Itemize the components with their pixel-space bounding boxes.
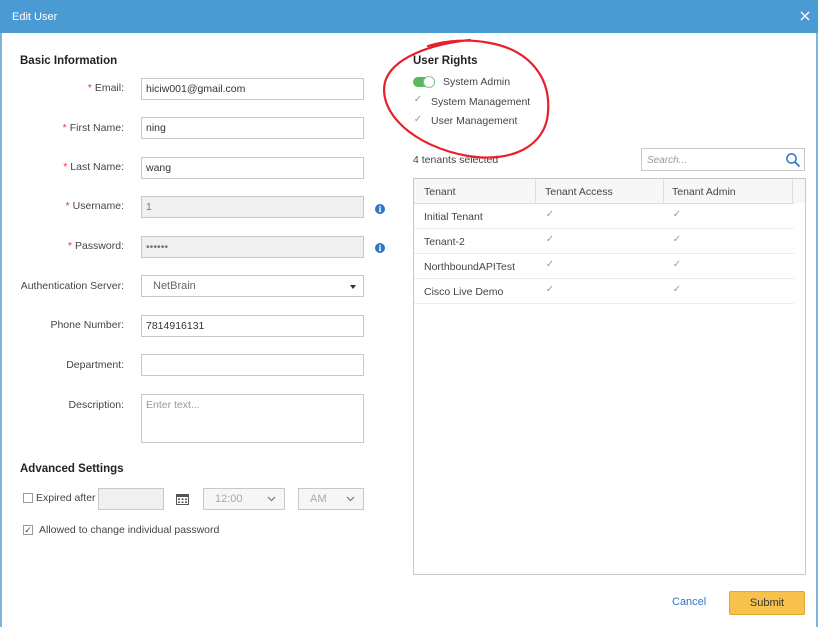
username-info-icon[interactable]: i [375,204,385,214]
description-textarea[interactable]: Enter text... [141,394,364,443]
tenant-admin-checkbox[interactable]: ✓ [672,210,682,221]
phone-field[interactable]: 7814916131 [141,315,364,337]
dialog-title: Edit User [12,11,58,23]
submit-button[interactable]: Submit [729,591,805,615]
last-name-field[interactable]: wang [141,157,364,179]
tenant-admin-checkbox[interactable]: ✓ [672,235,682,246]
time-value: 12:00 [215,493,243,505]
table-row[interactable]: Initial Tenant ✓ ✓ [414,204,794,229]
system-management-checkbox[interactable]: ✓ [413,95,423,106]
column-header-tenant: Tenant [424,186,456,198]
system-admin-label: System Admin [443,76,511,88]
department-field[interactable] [141,354,364,376]
user-management-checkbox[interactable]: ✓ [413,115,423,126]
advanced-settings-title: Advanced Settings [20,463,124,475]
password-field: •••••• [141,236,364,258]
expired-checkbox[interactable] [23,493,33,503]
search-placeholder: Search... [647,155,688,166]
auth-server-label: Authentication Server: [20,280,124,292]
tenant-name: Cisco Live Demo [424,286,504,298]
allow-change-password-label: Allowed to change individual password [39,524,220,536]
username-field: 1 [141,196,364,218]
time-select: 12:00 [203,488,285,510]
ampm-value: AM [310,493,327,505]
first-name-field[interactable]: ning [141,117,364,139]
column-divider [663,179,664,203]
table-row[interactable]: Cisco Live Demo ✓ ✓ [414,279,794,304]
column-header-tenant-access: Tenant Access [545,186,613,198]
dialog-titlebar: Edit User [0,0,818,33]
tenant-search-input[interactable]: Search... [641,148,805,171]
last-name-label: * Last Name: [63,161,124,173]
tenant-admin-checkbox[interactable]: ✓ [672,260,682,271]
ampm-select: AM [298,488,364,510]
department-label: Department: [66,359,124,371]
allow-change-password-checkbox[interactable]: ✓ [23,525,33,535]
username-label: * Username: [65,200,124,212]
first-name-label: * First Name: [62,122,124,134]
password-label: * Password: [67,240,124,252]
phone-label: Phone Number: [50,319,124,331]
user-management-label: User Management [431,115,518,127]
tenant-access-checkbox[interactable]: ✓ [545,260,555,271]
tenants-selected-count: 4 tenants selected [413,154,499,166]
table-row[interactable]: Tenant-2 ✓ ✓ [414,229,794,254]
expiry-date-field [98,488,164,510]
tenant-access-checkbox[interactable]: ✓ [545,285,555,296]
tenant-table: Tenant Tenant Access Tenant Admin Initia… [413,178,806,575]
column-header-tenant-admin: Tenant Admin [672,186,736,198]
basic-info-title: Basic Information [20,55,118,67]
tenant-name: NorthboundAPITest [424,261,516,273]
system-management-label: System Management [431,96,531,108]
tenant-admin-checkbox[interactable]: ✓ [672,285,682,296]
table-row[interactable]: NorthboundAPITest ✓ ✓ [414,254,794,279]
table-scrollbar-header [792,179,805,203]
user-rights-title: User Rights [413,55,478,67]
tenant-access-checkbox[interactable]: ✓ [545,235,555,246]
auth-server-select[interactable]: NetBrain [141,275,364,297]
email-label: * Email: [87,82,124,94]
description-label: Description: [68,399,124,411]
cancel-button[interactable]: Cancel [672,596,706,608]
column-divider [535,179,536,203]
search-icon[interactable] [785,152,801,168]
tenant-access-checkbox[interactable]: ✓ [545,210,555,221]
chevron-down-icon [346,496,355,502]
chevron-down-icon [267,496,276,502]
calendar-icon[interactable] [176,493,189,505]
tenant-table-header: Tenant Tenant Access Tenant Admin [414,179,794,204]
toggle-knob [423,76,435,88]
system-admin-toggle[interactable] [413,76,435,88]
email-field[interactable]: hiciw001@gmail.com [141,78,364,100]
auth-server-value: NetBrain [153,280,196,292]
expired-label: Expired after [36,492,96,504]
password-info-icon[interactable]: i [375,243,385,253]
close-icon[interactable] [798,9,812,23]
tenant-name: Tenant-2 [424,236,465,248]
tenant-name: Initial Tenant [424,211,483,223]
dropdown-caret-icon [350,285,356,289]
